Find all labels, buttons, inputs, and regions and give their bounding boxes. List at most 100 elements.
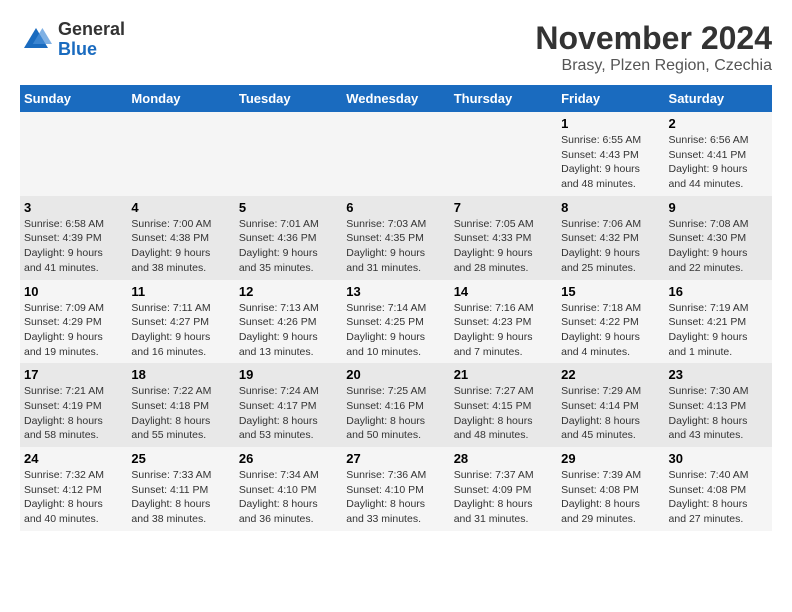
calendar-cell: 23 Sunrise: 7:30 AM Sunset: 4:13 PM Dayli… (665, 363, 772, 447)
day-info: Sunrise: 7:18 AM Sunset: 4:22 PM Dayligh… (561, 301, 660, 360)
logo-icon (20, 24, 52, 56)
day-number: 27 (346, 451, 445, 466)
day-info: Sunrise: 7:00 AM Sunset: 4:38 PM Dayligh… (131, 217, 230, 276)
calendar-cell: 26Sunrise: 7:34 AM Sunset: 4:10 PM Dayli… (235, 447, 342, 531)
day-number: 25 (131, 451, 230, 466)
day-info: Sunrise: 7:09 AM Sunset: 4:29 PM Dayligh… (24, 301, 123, 360)
day-info: Sunrise: 7:27 AM Sunset: 4:15 PM Dayligh… (454, 384, 553, 443)
calendar-cell: 2 Sunrise: 6:56 AM Sunset: 4:41 PM Daylig… (665, 112, 772, 196)
calendar-cell: 4 Sunrise: 7:00 AM Sunset: 4:38 PM Daylig… (127, 196, 234, 280)
day-number: 12 (239, 284, 338, 299)
calendar-week-row: 17Sunrise: 7:21 AM Sunset: 4:19 PM Dayli… (20, 363, 772, 447)
day-number: 15 (561, 284, 660, 299)
day-info: Sunrise: 7:32 AM Sunset: 4:12 PM Dayligh… (24, 468, 123, 527)
day-number: 24 (24, 451, 123, 466)
header-thursday: Thursday (450, 85, 557, 112)
calendar-week-row: 24 Sunrise: 7:32 AM Sunset: 4:12 PM Dayli… (20, 447, 772, 531)
day-number: 16 (669, 284, 768, 299)
day-info: Sunrise: 7:37 AM Sunset: 4:09 PM Dayligh… (454, 468, 553, 527)
logo: General Blue (20, 20, 125, 60)
day-info: Sunrise: 7:03 AM Sunset: 4:35 PM Dayligh… (346, 217, 445, 276)
day-info: Sunrise: 6:56 AM Sunset: 4:41 PM Dayligh… (669, 133, 768, 192)
calendar-cell: 8 Sunrise: 7:06 AM Sunset: 4:32 PM Daylig… (557, 196, 664, 280)
day-info: Sunrise: 7:22 AM Sunset: 4:18 PM Dayligh… (131, 384, 230, 443)
day-info: Sunrise: 7:19 AM Sunset: 4:21 PM Dayligh… (669, 301, 768, 360)
day-number: 30 (669, 451, 768, 466)
calendar-cell: 29Sunrise: 7:39 AM Sunset: 4:08 PM Dayli… (557, 447, 664, 531)
day-info: Sunrise: 7:13 AM Sunset: 4:26 PM Dayligh… (239, 301, 338, 360)
calendar-cell: 24 Sunrise: 7:32 AM Sunset: 4:12 PM Dayli… (20, 447, 127, 531)
title-area: November 2024 Brasy, Plzen Region, Czech… (535, 20, 772, 75)
day-number: 28 (454, 451, 553, 466)
calendar-cell: 1 Sunrise: 6:55 AM Sunset: 4:43 PM Daylig… (557, 112, 664, 196)
header-tuesday: Tuesday (235, 85, 342, 112)
calendar-cell: 20Sunrise: 7:25 AM Sunset: 4:16 PM Dayli… (342, 363, 449, 447)
calendar-cell: 19Sunrise: 7:24 AM Sunset: 4:17 PM Dayli… (235, 363, 342, 447)
calendar-cell: 7 Sunrise: 7:05 AM Sunset: 4:33 PM Daylig… (450, 196, 557, 280)
header-sunday: Sunday (20, 85, 127, 112)
day-number: 23 (669, 367, 768, 382)
day-number: 9 (669, 200, 768, 215)
day-info: Sunrise: 7:06 AM Sunset: 4:32 PM Dayligh… (561, 217, 660, 276)
calendar-cell: 15 Sunrise: 7:18 AM Sunset: 4:22 PM Dayli… (557, 280, 664, 364)
day-info: Sunrise: 6:55 AM Sunset: 4:43 PM Dayligh… (561, 133, 660, 192)
calendar-cell (342, 112, 449, 196)
day-info: Sunrise: 7:25 AM Sunset: 4:16 PM Dayligh… (346, 384, 445, 443)
calendar-cell: 17Sunrise: 7:21 AM Sunset: 4:19 PM Dayli… (20, 363, 127, 447)
calendar-cell: 22 Sunrise: 7:29 AM Sunset: 4:14 PM Dayli… (557, 363, 664, 447)
calendar-cell: 16 Sunrise: 7:19 AM Sunset: 4:21 PM Dayli… (665, 280, 772, 364)
header-friday: Friday (557, 85, 664, 112)
day-info: Sunrise: 7:39 AM Sunset: 4:08 PM Dayligh… (561, 468, 660, 527)
calendar-cell: 6 Sunrise: 7:03 AM Sunset: 4:35 PM Daylig… (342, 196, 449, 280)
day-number: 13 (346, 284, 445, 299)
calendar-cell: 25 Sunrise: 7:33 AM Sunset: 4:11 PM Dayli… (127, 447, 234, 531)
day-number: 14 (454, 284, 553, 299)
calendar-cell: 5Sunrise: 7:01 AM Sunset: 4:36 PM Daylig… (235, 196, 342, 280)
day-number: 1 (561, 116, 660, 131)
day-number: 4 (131, 200, 230, 215)
calendar-cell: 30Sunrise: 7:40 AM Sunset: 4:08 PM Dayli… (665, 447, 772, 531)
logo-blue-text: Blue (58, 40, 125, 60)
day-number: 17 (24, 367, 123, 382)
calendar-title: November 2024 (535, 20, 772, 57)
day-info: Sunrise: 7:05 AM Sunset: 4:33 PM Dayligh… (454, 217, 553, 276)
calendar-cell: 3 Sunrise: 6:58 AM Sunset: 4:39 PM Daylig… (20, 196, 127, 280)
day-info: Sunrise: 7:01 AM Sunset: 4:36 PM Dayligh… (239, 217, 338, 276)
day-info: Sunrise: 6:58 AM Sunset: 4:39 PM Dayligh… (24, 217, 123, 276)
day-number: 21 (454, 367, 553, 382)
calendar-cell (127, 112, 234, 196)
calendar-cell: 12 Sunrise: 7:13 AM Sunset: 4:26 PM Dayli… (235, 280, 342, 364)
calendar-table: SundayMondayTuesdayWednesdayThursdayFrid… (20, 85, 772, 531)
calendar-cell: 13 Sunrise: 7:14 AM Sunset: 4:25 PM Dayli… (342, 280, 449, 364)
day-info: Sunrise: 7:29 AM Sunset: 4:14 PM Dayligh… (561, 384, 660, 443)
header-wednesday: Wednesday (342, 85, 449, 112)
day-number: 19 (239, 367, 338, 382)
calendar-cell: 21 Sunrise: 7:27 AM Sunset: 4:15 PM Dayli… (450, 363, 557, 447)
calendar-week-row: 10 Sunrise: 7:09 AM Sunset: 4:29 PM Dayli… (20, 280, 772, 364)
day-info: Sunrise: 7:14 AM Sunset: 4:25 PM Dayligh… (346, 301, 445, 360)
calendar-week-row: 1 Sunrise: 6:55 AM Sunset: 4:43 PM Daylig… (20, 112, 772, 196)
calendar-cell: 11Sunrise: 7:11 AM Sunset: 4:27 PM Dayli… (127, 280, 234, 364)
day-info: Sunrise: 7:34 AM Sunset: 4:10 PM Dayligh… (239, 468, 338, 527)
day-number: 22 (561, 367, 660, 382)
calendar-cell (450, 112, 557, 196)
day-info: Sunrise: 7:16 AM Sunset: 4:23 PM Dayligh… (454, 301, 553, 360)
day-info: Sunrise: 7:11 AM Sunset: 4:27 PM Dayligh… (131, 301, 230, 360)
day-info: Sunrise: 7:33 AM Sunset: 4:11 PM Dayligh… (131, 468, 230, 527)
day-number: 3 (24, 200, 123, 215)
day-number: 7 (454, 200, 553, 215)
day-info: Sunrise: 7:36 AM Sunset: 4:10 PM Dayligh… (346, 468, 445, 527)
calendar-cell (235, 112, 342, 196)
logo-text: General Blue (58, 20, 125, 60)
day-number: 6 (346, 200, 445, 215)
calendar-cell (20, 112, 127, 196)
day-number: 2 (669, 116, 768, 131)
calendar-cell: 28 Sunrise: 7:37 AM Sunset: 4:09 PM Dayli… (450, 447, 557, 531)
logo-general-text: General (58, 20, 125, 40)
day-number: 10 (24, 284, 123, 299)
calendar-header-row: SundayMondayTuesdayWednesdayThursdayFrid… (20, 85, 772, 112)
day-number: 18 (131, 367, 230, 382)
calendar-cell: 18 Sunrise: 7:22 AM Sunset: 4:18 PM Dayli… (127, 363, 234, 447)
day-number: 8 (561, 200, 660, 215)
day-info: Sunrise: 7:30 AM Sunset: 4:13 PM Dayligh… (669, 384, 768, 443)
